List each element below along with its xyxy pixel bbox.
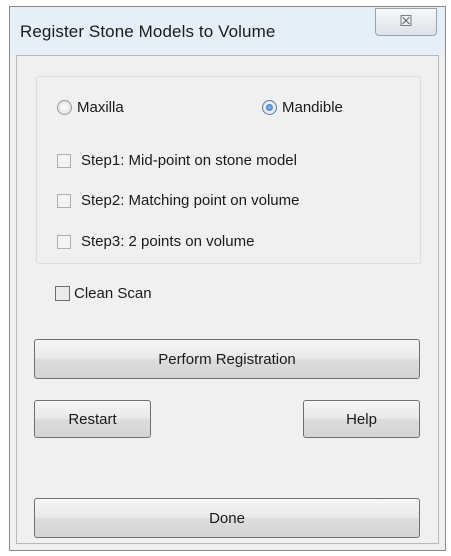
mandible-label: Mandible xyxy=(282,99,343,116)
step1-checkbox[interactable] xyxy=(57,153,71,168)
mandible-radio[interactable] xyxy=(262,100,277,115)
maxilla-radio[interactable] xyxy=(57,100,72,115)
step2-checkbox[interactable] xyxy=(57,193,71,208)
title-bar: Register Stone Models to Volume ☒ xyxy=(10,7,445,55)
clean-scan-option[interactable]: Clean Scan xyxy=(55,285,152,302)
step1-option[interactable]: Step1: Mid-point on stone model xyxy=(57,152,297,169)
clean-scan-label: Clean Scan xyxy=(74,285,152,302)
step3-option[interactable]: Step3: 2 points on volume xyxy=(57,233,254,250)
maxilla-label: Maxilla xyxy=(77,99,124,116)
dialog-client-area: Maxilla Mandible Step1: Mid-point on sto… xyxy=(16,55,439,544)
registration-steps-group: Maxilla Mandible Step1: Mid-point on sto… xyxy=(36,76,421,264)
close-icon: ☒ xyxy=(399,13,413,30)
dialog-title: Register Stone Models to Volume xyxy=(20,22,276,41)
dialog-window: Register Stone Models to Volume ☒ Maxill… xyxy=(9,6,446,551)
help-button[interactable]: Help xyxy=(303,400,420,438)
restart-button[interactable]: Restart xyxy=(34,400,151,438)
step1-label: Step1: Mid-point on stone model xyxy=(81,152,297,169)
step3-checkbox[interactable] xyxy=(57,234,71,249)
perform-registration-button[interactable]: Perform Registration xyxy=(34,339,420,379)
clean-scan-checkbox[interactable] xyxy=(55,286,70,301)
step3-label: Step3: 2 points on volume xyxy=(81,233,255,250)
close-button[interactable]: ☒ xyxy=(375,8,437,36)
maxilla-radio-option[interactable]: Maxilla xyxy=(57,99,124,116)
done-button[interactable]: Done xyxy=(34,498,420,538)
mandible-radio-option[interactable]: Mandible xyxy=(262,99,343,116)
step2-label: Step2: Matching point on volume xyxy=(81,192,300,209)
step2-option[interactable]: Step2: Matching point on volume xyxy=(57,192,299,209)
